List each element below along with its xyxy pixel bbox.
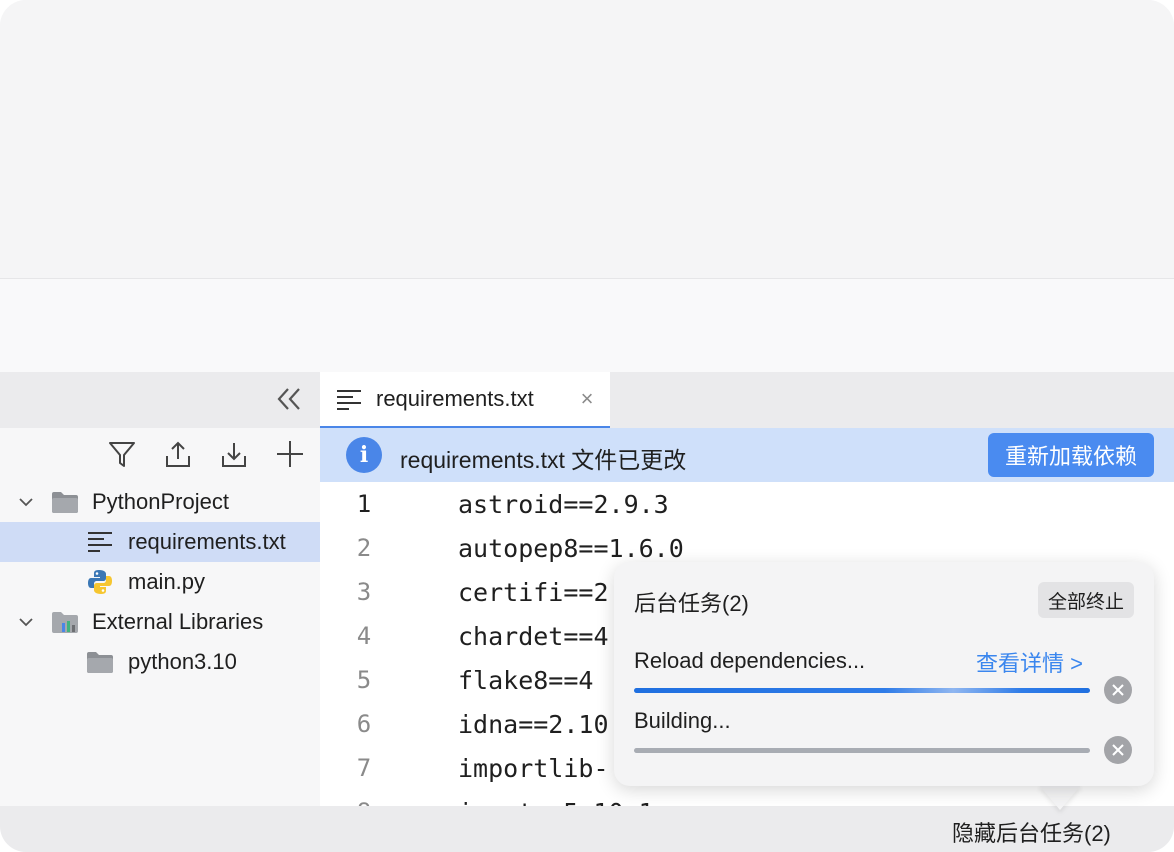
status-bar: 隐藏后台任务(2)	[0, 806, 1174, 852]
text-file-icon	[86, 528, 114, 556]
popup-title: 后台任务(2)	[634, 591, 749, 616]
ide-window: PythonProject requirements.txt main.py E…	[0, 0, 1174, 852]
collapse-sidebar-button[interactable]	[272, 382, 306, 416]
double-chevron-left-icon	[277, 388, 300, 410]
tree-item-label: requirements.txt	[128, 529, 286, 554]
line-text: autopep8==1.6.0	[458, 534, 684, 563]
info-icon: i	[346, 437, 382, 473]
close-icon[interactable]: ×	[576, 386, 598, 411]
banner-message: requirements.txt 文件已更改	[400, 447, 687, 473]
line-number: 7	[356, 754, 372, 782]
tree-item-pythonproject[interactable]: PythonProject	[0, 482, 320, 522]
folder-icon	[51, 488, 79, 516]
sidebar-header	[0, 372, 320, 428]
line-number: 5	[356, 666, 372, 694]
line-text: astroid==2.9.3	[458, 490, 669, 519]
close-icon	[1112, 684, 1124, 696]
tree-item-external-libraries[interactable]: External Libraries	[0, 602, 320, 642]
reload-dependencies-button[interactable]: 重新加载依赖	[988, 433, 1154, 477]
tree-item-label: main.py	[128, 569, 206, 594]
tab-label: requirements.txt	[376, 386, 534, 411]
line-text: importlib-	[458, 754, 609, 783]
tree-item-label: External Libraries	[92, 609, 264, 634]
python-icon	[86, 568, 114, 596]
folder-icon	[86, 648, 114, 676]
task-name: Reload dependencies...	[634, 648, 866, 673]
chevron-down-icon[interactable]	[17, 493, 35, 511]
line-text: certifi==2	[458, 578, 609, 607]
close-icon	[1112, 744, 1124, 756]
upload-icon	[166, 441, 190, 467]
task-progress-bar	[634, 748, 1090, 753]
line-text: idna==2.10	[458, 710, 609, 739]
line-number: 1	[356, 490, 372, 518]
line-text: chardet==4	[458, 622, 609, 651]
editor-tabbar: requirements.txt ×	[320, 372, 1174, 428]
plus-icon	[277, 441, 303, 467]
download-icon	[222, 443, 246, 467]
library-icon	[51, 608, 79, 636]
line-text: isort==5.10.1	[458, 798, 654, 806]
file-changed-banner: i requirements.txt 文件已更改 重新加载依赖	[320, 428, 1174, 482]
code-line: 1 astroid==2.9.3	[320, 490, 1174, 534]
toolbar-area	[0, 279, 1174, 372]
line-number: 8	[344, 798, 384, 806]
tree-item-label: PythonProject	[92, 489, 229, 514]
tree-item-main-py[interactable]: main.py	[0, 562, 320, 602]
line-number: 3	[356, 578, 372, 606]
popup-pointer	[1038, 784, 1082, 810]
line-number: 2	[356, 534, 372, 562]
tab-requirements[interactable]: requirements.txt ×	[320, 372, 610, 428]
background-tasks-popup: 后台任务(2) 全部终止 Reload dependencies... 查看详情…	[614, 562, 1154, 786]
line-number: 4	[356, 622, 372, 650]
empty-top-area	[0, 0, 1174, 278]
project-sidebar: PythonProject requirements.txt main.py E…	[0, 372, 320, 806]
hide-background-tasks-link[interactable]: 隐藏后台任务(2)	[952, 816, 1111, 848]
sidebar-toolbar	[0, 434, 320, 474]
line-text: flake8==4	[458, 666, 594, 695]
download-button[interactable]	[216, 434, 252, 474]
cancel-task-button[interactable]	[1104, 676, 1132, 704]
chevron-down-icon[interactable]	[17, 613, 35, 631]
task-progress-bar	[634, 688, 1090, 693]
view-details-link[interactable]: 查看详情 >	[976, 646, 1083, 678]
tree-item-label: python3.10	[128, 649, 237, 674]
task-name: Building...	[634, 708, 731, 733]
tree-item-requirements[interactable]: requirements.txt	[0, 522, 320, 562]
filter-icon	[109, 442, 135, 467]
text-file-icon	[336, 388, 362, 417]
cancel-task-button[interactable]	[1104, 736, 1132, 764]
upload-button[interactable]	[160, 434, 196, 474]
add-button[interactable]	[272, 434, 308, 474]
tree-item-python310[interactable]: python3.10	[0, 642, 320, 682]
filter-button[interactable]	[104, 434, 140, 474]
stop-all-button[interactable]: 全部终止	[1038, 582, 1134, 618]
line-number: 6	[356, 710, 372, 738]
